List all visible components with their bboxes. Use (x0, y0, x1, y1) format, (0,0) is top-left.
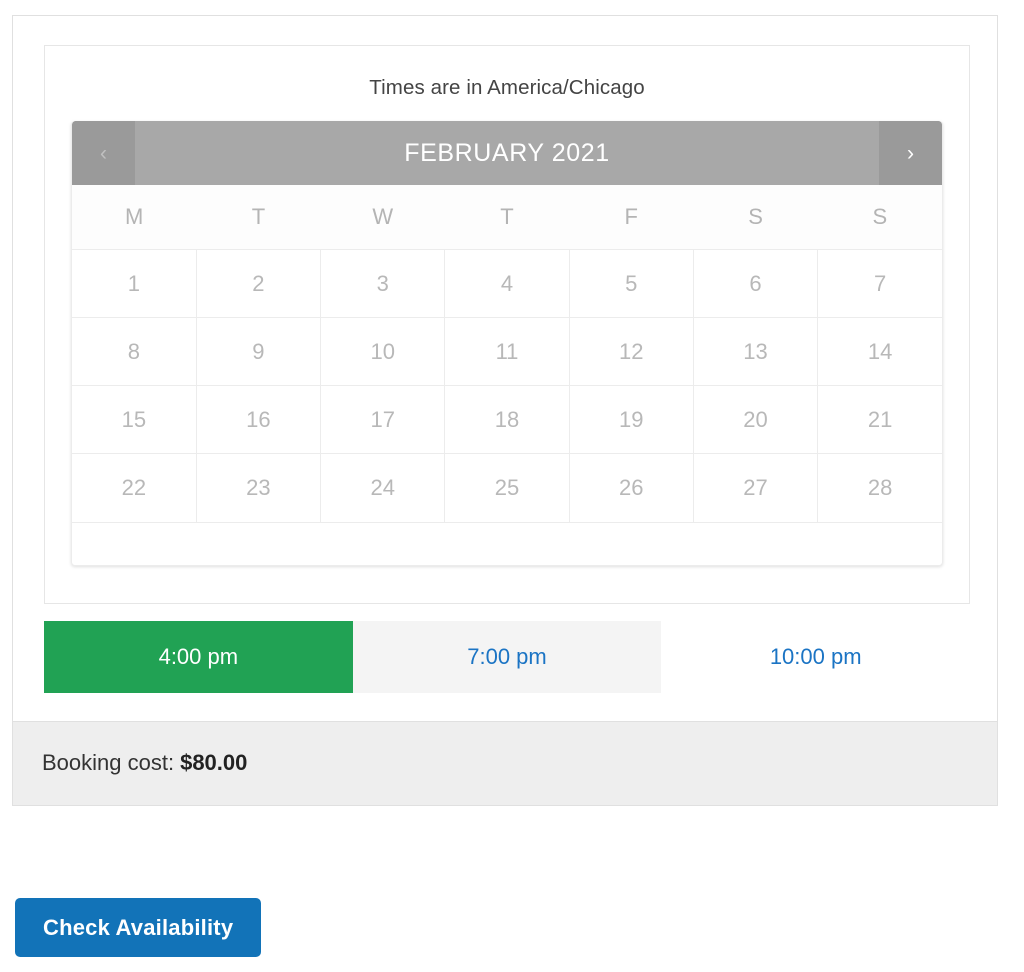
calendar-day-cell-available[interactable]: 27 (692, 453, 819, 522)
calendar-container: Times are in America/Chicago ‹ FEBRUARY … (44, 45, 970, 604)
calendar-day-cell: 15 (72, 385, 197, 454)
booking-cost-label: Booking cost: (42, 750, 175, 775)
calendar-body: 1 2 3 4 5 6 7 8 9 10 11 12 13 14 15 16 1… (72, 249, 942, 522)
calendar-day-cell: 4 (444, 249, 570, 318)
calendar-week-row: 15 16 17 18 19 20 21 (72, 385, 942, 454)
chevron-left-icon[interactable]: ‹ (72, 121, 135, 185)
calendar-day-cell-available[interactable]: 28 (817, 453, 942, 522)
calendar-day-cell: 21 (817, 385, 942, 454)
weekday-label: W (320, 185, 445, 250)
time-slot-list: 4:00 pm 7:00 pm 10:00 pm (44, 620, 971, 693)
time-slot-button[interactable]: 10:00 pm (661, 620, 971, 693)
weekday-label: T (196, 185, 321, 250)
calendar-day-cell-available[interactable]: 26 (568, 453, 694, 522)
calendar-day-cell: 9 (195, 317, 322, 386)
calendar-day-cell: 5 (568, 249, 694, 318)
calendar-footer (72, 521, 942, 565)
calendar-day-cell: 13 (692, 317, 819, 386)
timezone-note: Times are in America/Chicago (369, 76, 645, 99)
chevron-right-icon[interactable]: › (879, 121, 942, 185)
booking-panel: Times are in America/Chicago ‹ FEBRUARY … (12, 15, 998, 806)
calendar-day-cell: 11 (444, 317, 570, 386)
datepicker: ‹ FEBRUARY 2021 › M T W T F S S 1 2 3 4 … (71, 121, 943, 566)
weekday-label: M (72, 185, 197, 250)
calendar-day-cell: 2 (195, 249, 322, 318)
calendar-day-cell: 17 (320, 385, 446, 454)
weekday-label: T (444, 185, 570, 250)
calendar-day-cell: 7 (817, 249, 942, 318)
calendar-week-row: 22 23 24 25 26 27 28 (72, 453, 942, 522)
calendar-day-cell: 19 (568, 385, 694, 454)
calendar-month-title[interactable]: FEBRUARY 2021 (135, 121, 879, 185)
calendar-day-cell: 8 (72, 317, 197, 386)
calendar-day-cell: 22 (72, 453, 197, 522)
calendar-week-row: 8 9 10 11 12 13 14 (72, 317, 942, 386)
calendar-day-cell: 10 (320, 317, 446, 386)
calendar-grid: M T W T F S S 1 2 3 4 5 6 7 8 9 10 11 12… (72, 185, 942, 522)
calendar-day-cell: 14 (817, 317, 942, 386)
calendar-day-cell: 1 (72, 249, 197, 318)
calendar-day-cell: 18 (444, 385, 570, 454)
time-slot-button-selected[interactable]: 4:00 pm (44, 620, 353, 693)
calendar-day-cell: 20 (692, 385, 819, 454)
calendar-day-cell: 12 (568, 317, 694, 386)
calendar-day-cell: 6 (692, 249, 819, 318)
weekday-label: F (569, 185, 694, 250)
calendar-header: ‹ FEBRUARY 2021 › (72, 121, 942, 185)
booking-cost-amount: $80.00 (180, 750, 248, 775)
time-slot-button[interactable]: 7:00 pm (352, 620, 662, 693)
check-availability-button[interactable]: Check Availability (15, 898, 262, 957)
calendar-day-cell-available[interactable]: 25 (444, 453, 570, 522)
calendar-week-row: 1 2 3 4 5 6 7 (72, 249, 942, 318)
calendar-day-cell: 3 (320, 249, 446, 318)
calendar-day-cell: 23 (195, 453, 322, 522)
weekday-label: S (693, 185, 818, 250)
weekday-label: S (817, 185, 942, 250)
booking-cost-bar: Booking cost: $80.00 (13, 720, 997, 805)
weekday-header-row: M T W T F S S (72, 185, 942, 250)
calendar-day-cell: 16 (195, 385, 322, 454)
calendar-day-cell-selected[interactable]: 24 (320, 453, 446, 522)
